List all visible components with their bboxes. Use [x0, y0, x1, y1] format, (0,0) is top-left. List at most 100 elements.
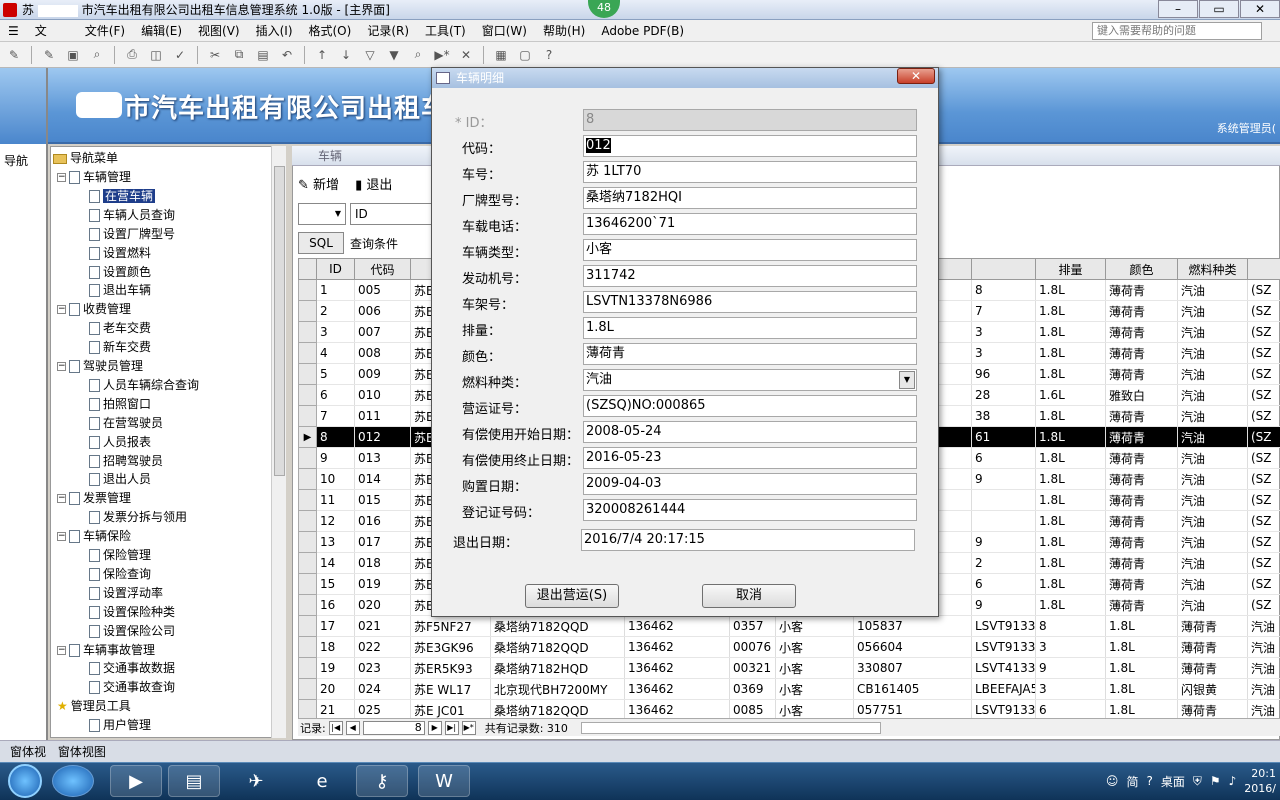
nav-item[interactable]: 用户管理 [89, 716, 151, 734]
table-cell[interactable]: 9 [316, 447, 355, 469]
shield-icon[interactable]: ⛨ [1193, 774, 1202, 789]
table-cell[interactable]: (SZ [1247, 342, 1280, 364]
table-cell[interactable]: 1.8L [1105, 678, 1178, 700]
table-cell[interactable]: 桑塔纳7182HQD [490, 657, 625, 679]
field-input[interactable]: 13646200`71 [583, 213, 917, 235]
table-cell[interactable]: (SZ [1247, 531, 1280, 553]
nav-item[interactable]: 老车交费 [89, 319, 151, 337]
table-cell[interactable]: (SZ [1247, 447, 1280, 469]
column-header[interactable]: 排量 [1035, 258, 1106, 280]
ime-indicator[interactable]: 简 [1126, 773, 1138, 790]
view-icon[interactable]: ✎ [39, 46, 59, 64]
nav-item[interactable]: 交通事故数据 [89, 659, 175, 677]
table-cell[interactable]: 3 [1035, 678, 1106, 700]
table-cell[interactable]: 汽油 [1177, 468, 1248, 490]
copy-icon[interactable]: ⧉ [229, 46, 249, 64]
table-row[interactable]: 20 024 苏E WL17 北京现代BH7200MY 136462 0369 小客 CB16… [298, 678, 1280, 700]
table-cell[interactable]: (SZ [1247, 573, 1280, 595]
nav-item[interactable]: − 车辆管理 [57, 168, 131, 186]
table-cell[interactable]: 0357 [729, 615, 776, 637]
table-cell[interactable]: 7 [971, 300, 1036, 322]
table-cell[interactable]: (SZ [1247, 321, 1280, 343]
column-header[interactable]: ID [316, 258, 355, 280]
table-cell[interactable]: 桑塔纳7182QQD [490, 615, 625, 637]
print-icon[interactable]: ⎙ [122, 46, 142, 64]
table-cell[interactable]: 011 [354, 405, 411, 427]
table-cell[interactable]: 3 [971, 342, 1036, 364]
chevron-down-icon[interactable]: ▼ [899, 371, 915, 389]
table-cell[interactable]: 1.8L [1035, 573, 1106, 595]
table-cell[interactable]: 012 [354, 426, 411, 448]
row-selector[interactable] [298, 468, 317, 490]
table-cell[interactable]: 017 [354, 531, 411, 553]
row-selector[interactable] [298, 657, 317, 679]
field-input[interactable]: 320008261444 [583, 499, 917, 521]
table-row[interactable]: 18 022 苏E3GK96 桑塔纳7182QQD 136462 00076 小客 05660… [298, 636, 1280, 658]
menu-icon[interactable]: ☰ [0, 24, 27, 38]
column-header[interactable] [1247, 258, 1280, 280]
row-selector[interactable] [298, 531, 317, 553]
nav-item[interactable]: 新车交费 [89, 338, 151, 356]
table-cell[interactable]: 016 [354, 510, 411, 532]
database-window-icon[interactable]: ▦ [491, 46, 511, 64]
table-cell[interactable]: 小客 [775, 615, 854, 637]
table-cell[interactable]: 136462 [624, 657, 730, 679]
table-cell[interactable]: 1.8L [1035, 594, 1106, 616]
table-cell[interactable]: 17 [316, 615, 355, 637]
table-cell[interactable]: 6 [971, 573, 1036, 595]
dialog-close-button[interactable]: ✕ [897, 68, 935, 84]
table-cell[interactable]: 010 [354, 384, 411, 406]
filter-icon[interactable]: ▽ [360, 46, 380, 64]
row-selector[interactable] [298, 615, 317, 637]
table-cell[interactable]: 008 [354, 342, 411, 364]
table-cell[interactable]: 8 [971, 279, 1036, 301]
table-cell[interactable]: 1.8L [1035, 321, 1106, 343]
table-cell[interactable]: 20 [316, 678, 355, 700]
row-selector[interactable] [298, 342, 317, 364]
field-input[interactable]: 012 [583, 135, 917, 157]
table-cell[interactable]: (SZ [1247, 426, 1280, 448]
field-input[interactable]: 311742 [583, 265, 917, 287]
table-cell[interactable]: 18 [316, 636, 355, 658]
table-cell[interactable]: 9 [971, 594, 1036, 616]
table-cell[interactable]: 薄荷青 [1177, 615, 1248, 637]
table-cell[interactable]: 1.6L [1035, 384, 1106, 406]
design-icon[interactable]: ✎ [4, 46, 24, 64]
spell-icon[interactable]: ✓ [170, 46, 190, 64]
table-cell[interactable]: 1.8L [1035, 363, 1106, 385]
table-cell[interactable]: 3 [316, 321, 355, 343]
table-cell[interactable]: 闪银黄 [1177, 678, 1248, 700]
table-cell[interactable]: 汽油 [1247, 636, 1280, 658]
table-cell[interactable]: 薄荷青 [1105, 552, 1178, 574]
table-cell[interactable]: 3 [1035, 636, 1106, 658]
table-cell[interactable]: 1.8L [1035, 510, 1106, 532]
menu-edit[interactable]: 编辑(E) [133, 22, 190, 39]
table-cell[interactable]: 1.8L [1035, 489, 1106, 511]
table-cell[interactable]: 4 [316, 342, 355, 364]
table-cell[interactable]: 汽油 [1247, 678, 1280, 700]
menu-help[interactable]: 帮助(H) [535, 22, 593, 39]
nav-item[interactable]: 车辆人员查询 [89, 206, 175, 224]
table-cell[interactable]: LSVT4133X9N4831 [971, 657, 1036, 679]
row-selector[interactable] [298, 363, 317, 385]
table-cell[interactable]: 018 [354, 552, 411, 574]
table-cell[interactable]: 13 [316, 531, 355, 553]
paste-icon[interactable]: ▤ [253, 46, 273, 64]
sort-desc-icon[interactable]: ↓ [336, 46, 356, 64]
flag-icon[interactable]: ⚑ [1210, 774, 1221, 788]
table-cell[interactable]: 6 [316, 384, 355, 406]
help-tray-icon[interactable]: ? [1146, 774, 1152, 788]
table-cell[interactable]: 16 [316, 594, 355, 616]
save-icon[interactable]: ▣ [63, 46, 83, 64]
taskbar-app-windows-icon[interactable] [52, 765, 94, 797]
table-cell[interactable]: 苏E WL17 [410, 678, 491, 700]
table-cell[interactable]: 1.8L [1035, 342, 1106, 364]
table-cell[interactable]: 005 [354, 279, 411, 301]
field-input[interactable]: (SZSQ)NO:000865 [583, 395, 917, 417]
table-cell[interactable]: (SZ [1247, 489, 1280, 511]
table-cell[interactable]: 小客 [775, 678, 854, 700]
undo-icon[interactable]: ↶ [277, 46, 297, 64]
table-cell[interactable]: 024 [354, 678, 411, 700]
table-cell[interactable]: (SZ [1247, 300, 1280, 322]
field-input[interactable]: 2016-05-23 [583, 447, 917, 469]
